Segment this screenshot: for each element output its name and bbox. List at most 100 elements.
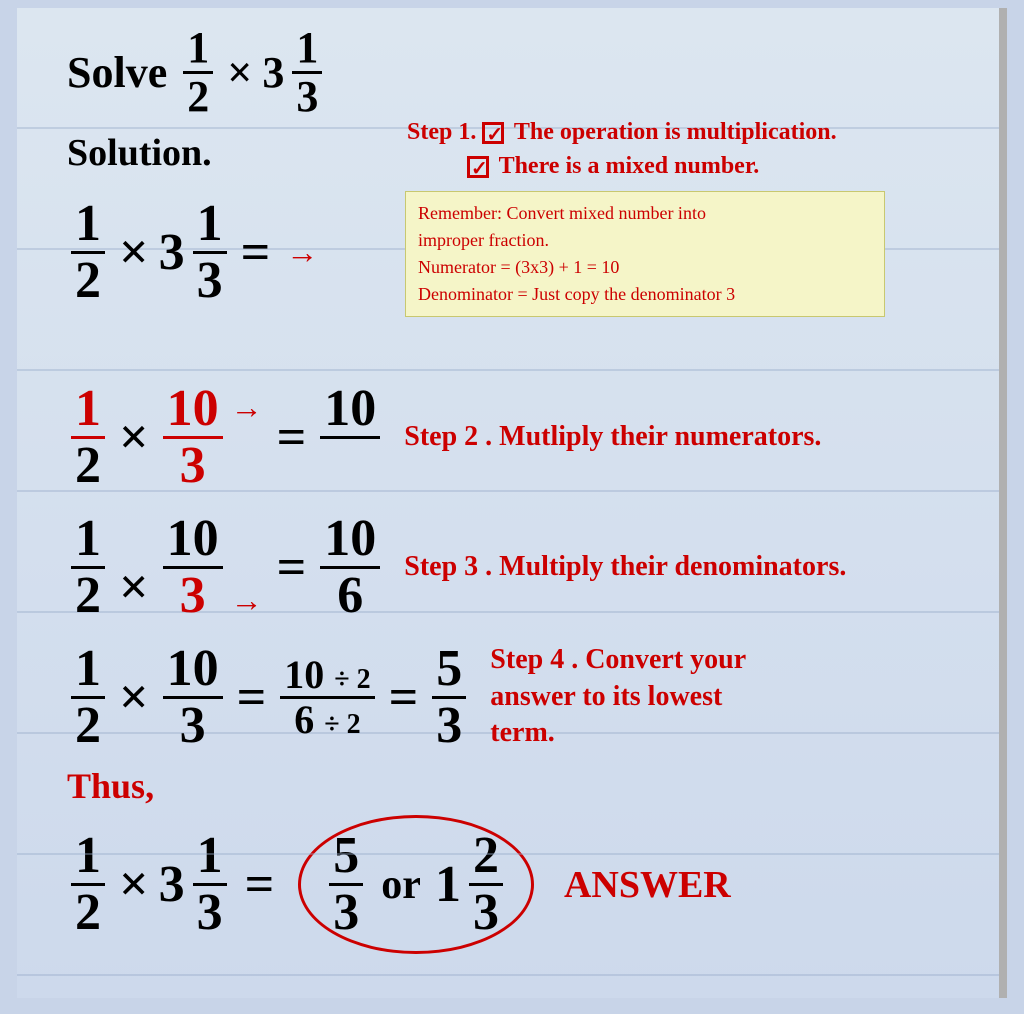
s4-result: 5 3 — [432, 643, 466, 752]
title-fraction1: 1 2 — [183, 26, 213, 119]
s2-f1-den: 2 — [71, 439, 105, 492]
page: Solve 1 2 × 3 1 3 Solution. Step 1. The … — [17, 8, 1007, 998]
step1-label: Step 1. — [407, 119, 476, 145]
s2-times: × — [119, 408, 149, 467]
s1-whole: 3 — [159, 223, 185, 282]
checkbox1-icon — [482, 122, 504, 144]
title-f2-num: 1 — [292, 26, 322, 74]
final-ans-frac-num: 5 — [329, 830, 363, 886]
final-f1-den: 2 — [71, 886, 105, 939]
s2-f1: 1 2 — [71, 383, 105, 492]
final-equals: = — [245, 855, 275, 914]
title-f2-den: 3 — [292, 74, 322, 119]
s3-f2-den: 3 — [176, 569, 210, 622]
step1-line1: The operation is multiplication. — [514, 119, 837, 145]
s2-f2-num: 10 — [163, 383, 223, 439]
title-fraction2: 1 3 — [292, 26, 322, 119]
s2-f2-den: 3 — [176, 439, 210, 492]
s4-equals2: = — [389, 668, 419, 727]
s2-equals: = — [277, 408, 307, 467]
s3-f1-num: 1 — [71, 513, 105, 569]
s2-arrow: → — [231, 389, 263, 426]
final-f1-num: 1 — [71, 830, 105, 886]
step1-callout: Step 1. The operation is multiplication.… — [407, 116, 837, 183]
s3-f1: 1 2 — [71, 513, 105, 622]
title-mixed: 3 1 3 — [262, 26, 326, 119]
s4-f2: 10 3 — [163, 643, 223, 752]
s4-f1-num: 1 — [71, 643, 105, 699]
s3-f2: 10 3 — [163, 513, 223, 622]
s3-result-den: 6 — [333, 569, 367, 622]
answer-oval: 5 3 or 1 2 3 — [298, 815, 534, 954]
final-f1: 1 2 — [71, 830, 105, 939]
step2-label: Step 2 . Mutliply their numerators. — [404, 421, 821, 453]
s1-mixed: 3 1 3 — [159, 198, 231, 307]
s4-times: × — [119, 668, 149, 727]
final-f2-den: 3 — [193, 886, 227, 939]
info-line1: Remember: Convert mixed number into — [418, 203, 706, 223]
s4-result-den: 3 — [432, 699, 466, 752]
final-f2-num: 1 — [193, 830, 227, 886]
title-row: Solve 1 2 × 3 1 3 — [37, 18, 979, 123]
info-line3: Numerator = (3x3) + 1 = 10 — [418, 257, 619, 277]
s1-f1-num: 1 — [71, 198, 105, 254]
s1-equals: = — [241, 223, 271, 282]
s1-f1: 1 2 — [71, 198, 105, 307]
s2-result-den — [320, 439, 380, 492]
s3-f1-den: 2 — [71, 569, 105, 622]
step1-line2: There is a mixed number. — [499, 153, 760, 179]
final-ans-frac-den: 3 — [329, 886, 363, 939]
title-times: × — [227, 47, 252, 98]
final-ans-mixed-den: 3 — [469, 886, 503, 939]
s4-f1: 1 2 — [71, 643, 105, 752]
info-box: Remember: Convert mixed number into impr… — [405, 191, 885, 317]
title-f1-den: 2 — [183, 74, 213, 119]
s2-f1-num: 1 — [71, 383, 105, 439]
s2-result-num: 10 — [320, 383, 380, 439]
s4-f2-den: 3 — [176, 699, 210, 752]
final-mixed: 3 1 3 — [159, 830, 231, 939]
s3-f2-num: 10 — [163, 513, 223, 569]
final-whole: 3 — [159, 855, 185, 914]
thus-row: Thus, — [37, 757, 979, 811]
thus-label: Thus, — [67, 766, 154, 806]
step3-label: Step 3 . Multiply their denominators. — [404, 551, 846, 583]
s4-div-den: 6 ÷ 2 — [290, 699, 364, 740]
s2-f2: 10 3 — [163, 383, 223, 492]
final-ans-mixed-frac: 2 3 — [469, 830, 503, 939]
title-whole: 3 — [262, 47, 284, 98]
s4-result-num: 5 — [432, 643, 466, 699]
final-times: × — [119, 855, 149, 914]
s4-frac-div: 10 ÷ 2 6 ÷ 2 — [280, 655, 374, 740]
step4-label: Step 4 . Convert your answer to its lowe… — [490, 642, 770, 751]
solution-label: Solution. — [67, 131, 212, 175]
info-line4: Denominator = Just copy the denominator … — [418, 284, 735, 304]
final-f2: 1 3 — [193, 830, 227, 939]
s1-times: × — [119, 223, 149, 282]
s4-div-num: 10 ÷ 2 — [280, 655, 374, 699]
final-ans-mixed: 1 2 3 — [435, 830, 507, 939]
s3-result: 10 6 — [320, 513, 380, 622]
s3-equals: = — [277, 538, 307, 597]
s3-arrow: → — [231, 582, 263, 623]
step2-math-row: 1 2 × 10 3 → = 10 Step 2 . Mutliply thei… — [37, 377, 979, 497]
s2-result: 10 — [320, 383, 380, 492]
s1-f2-num: 1 — [193, 198, 227, 254]
s1-f2-den: 3 — [193, 254, 227, 307]
final-ans-mixed-whole: 1 — [435, 855, 461, 914]
s4-f2-num: 10 — [163, 643, 223, 699]
solve-label: Solve — [67, 47, 167, 98]
s3-times: × — [119, 558, 149, 623]
answer-label: ANSWER — [564, 863, 731, 907]
title-f1-num: 1 — [183, 26, 213, 74]
s3-result-num: 10 — [320, 513, 380, 569]
final-row: 1 2 × 3 1 3 = 5 3 or 1 2 3 — [37, 811, 979, 958]
info-line2: improper fraction. — [418, 230, 549, 250]
step3-math-row: 1 2 × 10 3 → = 10 6 Step 3 . Multiply th… — [37, 507, 979, 627]
checkbox2-icon — [467, 156, 489, 178]
s1-f2: 1 3 — [193, 198, 227, 307]
final-ans-frac: 5 3 — [329, 830, 363, 939]
step4-math-row: 1 2 × 10 3 = 10 ÷ 2 6 ÷ 2 = 5 3 Step 4 .… — [37, 637, 979, 757]
final-or: or — [381, 861, 421, 909]
s4-equals1: = — [237, 668, 267, 727]
